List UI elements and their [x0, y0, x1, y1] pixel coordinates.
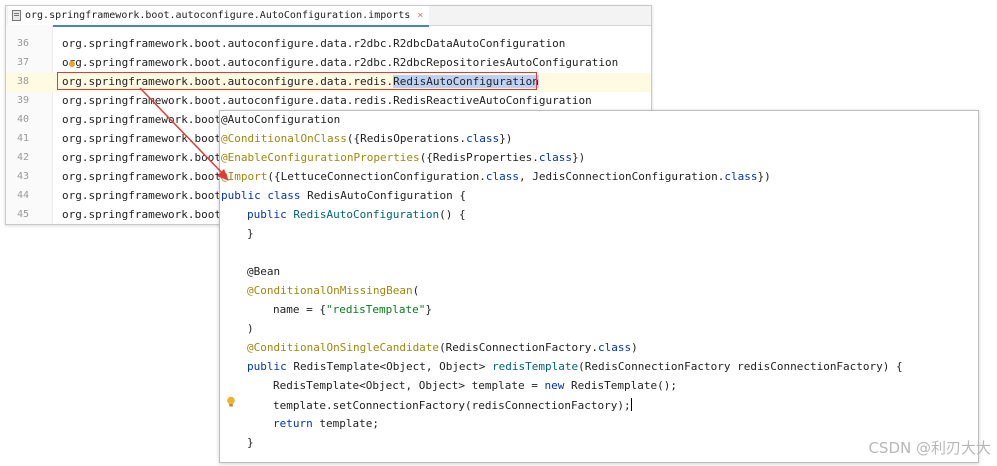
code-text: name = {: [273, 303, 326, 316]
line-text: @Import({LettuceConnectionConfiguration.…: [221, 170, 771, 183]
keyword: class: [598, 341, 632, 354]
line-text: @ConditionalOnSingleCandidate(RedisConne…: [247, 341, 638, 354]
line-text: @ConditionalOnMissingBean(: [247, 284, 419, 297]
line-text: org.springframework.boot: [62, 151, 221, 164]
line-text: @EnableConfigurationProperties({RedisPro…: [221, 151, 585, 164]
keyword: return: [273, 417, 313, 430]
line-text: RedisTemplate<Object, Object> template =…: [273, 379, 677, 392]
keyword: class: [724, 170, 758, 183]
watermark: CSDN @利刃大大: [868, 439, 991, 457]
code-text: }): [499, 132, 513, 145]
line-text: org.springframework.boot: [62, 170, 221, 183]
code-text: (RedisConnectionFactory redisConnectionF…: [578, 360, 903, 373]
code-text: ({RedisOperations.: [346, 132, 467, 145]
line-text: org.springframework.boot.autoconfigure.d…: [62, 94, 592, 107]
line-text: org.springframework.boot: [62, 113, 221, 126]
string-literal: "redisTemplate": [325, 303, 426, 316]
keyword: class: [538, 151, 573, 164]
line-text: name = {"redisTemplate"}: [273, 303, 432, 316]
line-text: org.springframework.boot: [62, 132, 221, 145]
keyword: public: [247, 360, 287, 373]
code-text: }): [572, 151, 586, 164]
line-text: public RedisTemplate<Object, Object> red…: [247, 360, 903, 373]
highlight-box: [57, 72, 537, 90]
line-text: org.springframework.boot.: [62, 208, 228, 221]
line-number: 41: [17, 133, 30, 144]
line-number: 39: [17, 95, 30, 106]
tab-filename: org.springframework.boot.autoconfigure.A…: [25, 10, 411, 21]
annotation: @AutoConfiguration: [221, 113, 341, 126]
line-number: 44: [17, 190, 30, 201]
annotation: @ConditionalOnClass: [221, 132, 347, 145]
method-name: redisTemplate: [492, 360, 579, 373]
keyword: public: [247, 208, 287, 221]
code-text: RedisTemplate();: [564, 379, 677, 392]
code-line[interactable]: 37 org.springframework.boot.autoconfigur…: [6, 54, 651, 73]
code-text: , JedisConnectionConfiguration.: [519, 170, 725, 183]
line-text: public RedisAutoConfiguration() {: [247, 208, 466, 221]
code-line[interactable]: 39 org.springframework.boot.autoconfigur…: [6, 92, 651, 111]
close-icon[interactable]: ×: [417, 10, 423, 21]
line-text: ): [247, 322, 254, 335]
line-number: 43: [17, 171, 30, 182]
annotation: @ConditionalOnSingleCandidate: [247, 341, 440, 354]
code-text: }: [425, 303, 432, 316]
intention-bulb-icon[interactable]: [69, 61, 75, 67]
line-number: 38: [17, 76, 30, 87]
line-text: template.setConnectionFactory(redisConne…: [273, 398, 632, 412]
method-name: RedisAutoConfiguration: [293, 208, 440, 221]
code-text: (: [412, 284, 420, 297]
code-text: (RedisConnectionFactory.: [439, 341, 599, 354]
line-text: public class RedisAutoConfiguration {: [221, 189, 466, 202]
line-text: org.springframework.boot: [62, 189, 221, 202]
code-text: RedisTemplate<Object, Object>: [286, 360, 493, 373]
line-number: 40: [17, 114, 30, 125]
code-text: template.setConnectionFactory(redisConne…: [273, 399, 631, 412]
keyword: class: [466, 132, 500, 145]
annotation: @EnableConfigurationProperties: [221, 151, 420, 164]
line-number: 36: [17, 38, 30, 49]
annotation: @ConditionalOnMissingBean: [247, 284, 413, 297]
keyword: new: [544, 379, 565, 392]
line-number: 37: [17, 57, 30, 68]
code-text: RedisAutoConfiguration {: [300, 189, 467, 202]
line-number: 45: [17, 209, 30, 220]
code-text: ({RedisProperties.: [419, 151, 539, 164]
line-text: }: [247, 227, 254, 240]
code-line[interactable]: 36 org.springframework.boot.autoconfigur…: [6, 35, 651, 54]
annotation: @Import: [221, 170, 268, 183]
keyword: class: [485, 170, 520, 183]
imports-file-tab[interactable]: org.springframework.boot.autoconfigure.A…: [8, 6, 430, 27]
line-text: }: [247, 436, 254, 449]
annotation: @Bean: [247, 265, 281, 278]
keyword: public class: [221, 189, 301, 202]
class-source-popup: @AutoConfiguration @ConditionalOnClass({…: [219, 110, 979, 463]
editor-tab-bar: org.springframework.boot.autoconfigure.A…: [6, 6, 651, 27]
code-text: template;: [312, 417, 379, 430]
lightbulb-icon[interactable]: [226, 396, 236, 408]
line-number: 42: [17, 152, 30, 163]
code-text: RedisTemplate<Object, Object> template =: [273, 379, 545, 392]
line-text: org.springframework.boot.autoconfigure.d…: [62, 37, 566, 50]
text-caret: [630, 398, 632, 411]
code-text: }): [757, 170, 771, 183]
code-text: ): [631, 341, 638, 354]
file-icon: [12, 10, 21, 21]
line-text: @ConditionalOnClass({RedisOperations.cla…: [221, 132, 512, 145]
code-text: ({LettuceConnectionConfiguration.: [267, 170, 486, 183]
line-text: org.springframework.boot.autoconfigure.d…: [62, 56, 619, 69]
code-text: () {: [439, 208, 466, 221]
line-text: return template;: [273, 417, 379, 430]
